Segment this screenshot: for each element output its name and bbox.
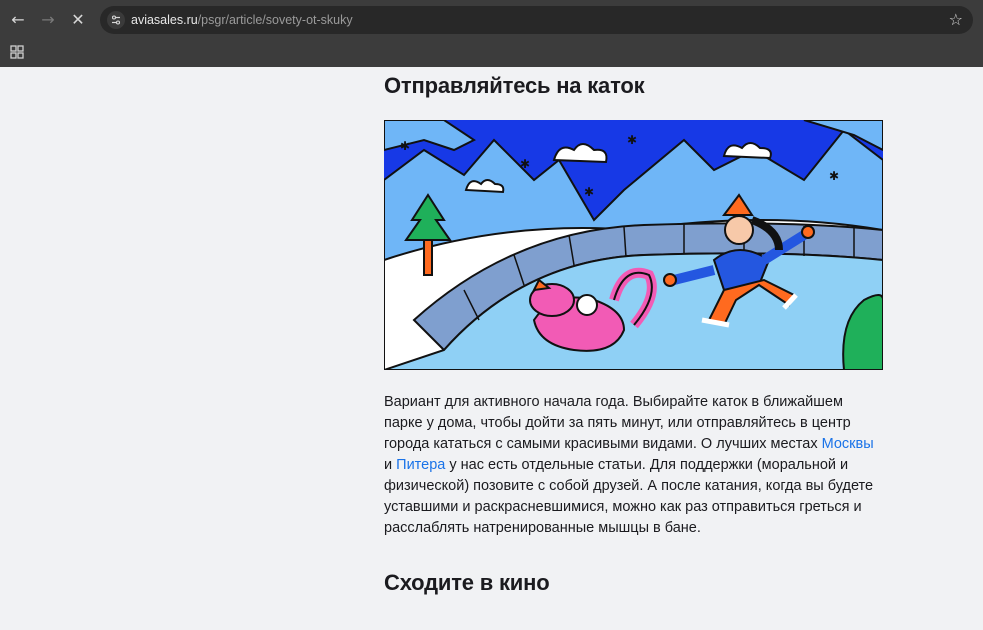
paragraph-text-3: у нас есть отдельные статьи. Для поддерж… [384,457,874,536]
svg-text:✱: ✱ [400,139,410,153]
bookmarks-bar [0,38,983,67]
forward-arrow-icon[interactable]: → [36,7,60,31]
link-petersburg[interactable]: Питера [396,457,445,473]
article-paragraph: Вариант для активного начала года. Выбир… [384,392,883,539]
url-host: aviasales.ru [131,13,198,27]
svg-text:✱: ✱ [584,185,594,199]
bookmark-star-icon[interactable]: ☆ [949,10,963,29]
url-text[interactable]: aviasales.ru/psgr/article/sovety-ot-skuk… [131,13,353,27]
apps-grid-icon[interactable] [10,45,24,59]
link-moscow[interactable]: Москвы [822,436,874,452]
url-path: /psgr/article/sovety-ot-skuky [197,13,353,27]
paragraph-text-1: Вариант для активного начала года. Выбир… [384,394,851,452]
site-settings-icon[interactable] [107,11,125,29]
svg-text:✱: ✱ [829,169,839,183]
browser-chrome: ← → ✕ aviasales.ru/psgr/article/sovety-o… [0,0,983,67]
svg-text:✱: ✱ [520,157,530,171]
stop-loading-icon[interactable]: ✕ [66,7,90,31]
section-title-cinema: Сходите в кино [384,570,550,595]
back-arrow-icon[interactable]: ← [6,7,30,31]
browser-toolbar: ← → ✕ aviasales.ru/psgr/article/sovety-o… [0,0,983,38]
section-title-skating: Отправляйтесь на каток [384,73,645,98]
svg-text:✱: ✱ [627,133,637,147]
paragraph-text-2: и [384,457,397,473]
skating-illustration: ✱ ✱ ✱ ✱ ✱ [384,120,883,370]
address-bar[interactable]: aviasales.ru/psgr/article/sovety-ot-skuk… [100,6,973,34]
